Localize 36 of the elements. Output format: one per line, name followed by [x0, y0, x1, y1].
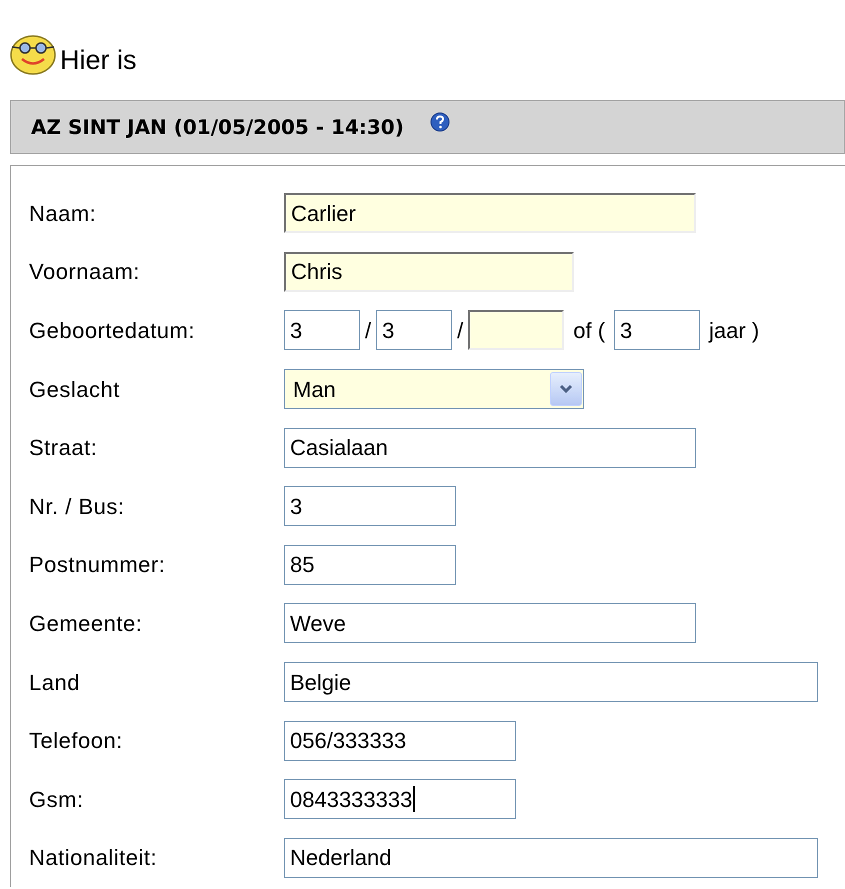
date-separator: /	[456, 316, 464, 345]
input-field[interactable]: Carlier	[284, 193, 696, 234]
dropdown-button[interactable]	[550, 372, 582, 406]
input-field[interactable]: 056/333333	[284, 720, 516, 761]
input-field[interactable]: 0843333333	[284, 779, 516, 820]
input-field[interactable]: 3	[376, 310, 452, 350]
date-separator: /	[364, 316, 372, 345]
input-field[interactable]: Belgie	[284, 662, 818, 702]
input-field[interactable]: Casialaan	[284, 428, 696, 468]
input-field[interactable]: 85	[284, 544, 456, 585]
field-label: Land	[29, 668, 81, 697]
panel-title: AZ SINT JAN (01/05/2005 - 14:30)	[31, 114, 404, 141]
select-field[interactable]: Man	[284, 369, 584, 410]
page-heading: Hier is	[60, 44, 137, 76]
field-label: Voornaam:	[29, 258, 141, 286]
field-label: Nr. / Bus:	[29, 492, 126, 521]
field-label: Naam:	[29, 200, 98, 228]
input-field[interactable]	[468, 310, 564, 350]
input-field[interactable]: 3	[284, 486, 456, 526]
unit-label: jaar )	[708, 316, 760, 345]
help-icon[interactable]	[430, 112, 450, 132]
field-label: Nationaliteit:	[29, 844, 158, 872]
field-label: Geboortedatum:	[29, 316, 196, 345]
field-label: Straat:	[29, 434, 98, 462]
input-field[interactable]: Nederland	[284, 838, 818, 878]
input-field[interactable]: 3	[614, 310, 700, 350]
field-label: Geslacht	[29, 376, 121, 404]
chevron-down-icon	[559, 384, 573, 394]
field-label: Gemeente:	[29, 610, 144, 638]
field-label: Gsm:	[29, 786, 85, 814]
input-field[interactable]: 3	[284, 310, 360, 350]
field-label: Postnummer:	[29, 551, 166, 580]
input-field[interactable]: Weve	[284, 603, 696, 644]
field-label: Telefoon:	[29, 727, 124, 756]
input-field[interactable]: Chris	[284, 252, 574, 292]
or-label: of (	[572, 316, 606, 345]
